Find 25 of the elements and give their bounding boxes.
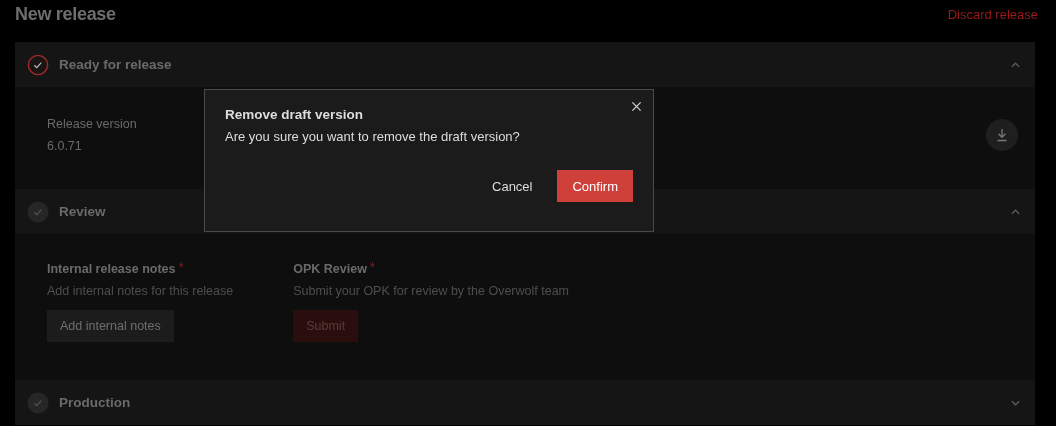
cancel-button[interactable]: Cancel [477,170,548,202]
field-label: Release version [47,117,137,131]
chevron-down-icon[interactable] [1010,398,1021,407]
section-header[interactable]: Ready for release [15,42,1035,87]
section-header[interactable]: Production [15,380,1035,425]
section-title: Ready for release [59,57,173,72]
chevron-up-icon[interactable] [1010,207,1021,216]
section-title: Review [59,204,107,219]
page-title: New release [15,4,116,25]
field-value: 6.0.71 [47,139,82,153]
item-label: Internal release notes [47,262,176,276]
item-hint: Submit your OPK for review by the Overwolf team [293,284,569,298]
chevron-up-icon[interactable] [1010,60,1021,69]
confirm-button[interactable]: Confirm [557,170,633,202]
required-icon: * [369,262,376,272]
item-hint: Add internal notes for this release [47,284,234,298]
add-notes-button[interactable]: Add internal notes [47,310,174,342]
required-icon: * [178,262,184,272]
dialog-title: Remove draft version [225,107,364,122]
dialog-message: Are you sure you want to remove the draft version? [225,129,520,144]
download-button[interactable] [986,119,1018,151]
close-icon[interactable] [631,101,642,112]
item-label: OPK Review [293,262,367,276]
discard-release-link[interactable]: Discard release [947,7,1038,22]
section-title: Production [59,395,132,410]
